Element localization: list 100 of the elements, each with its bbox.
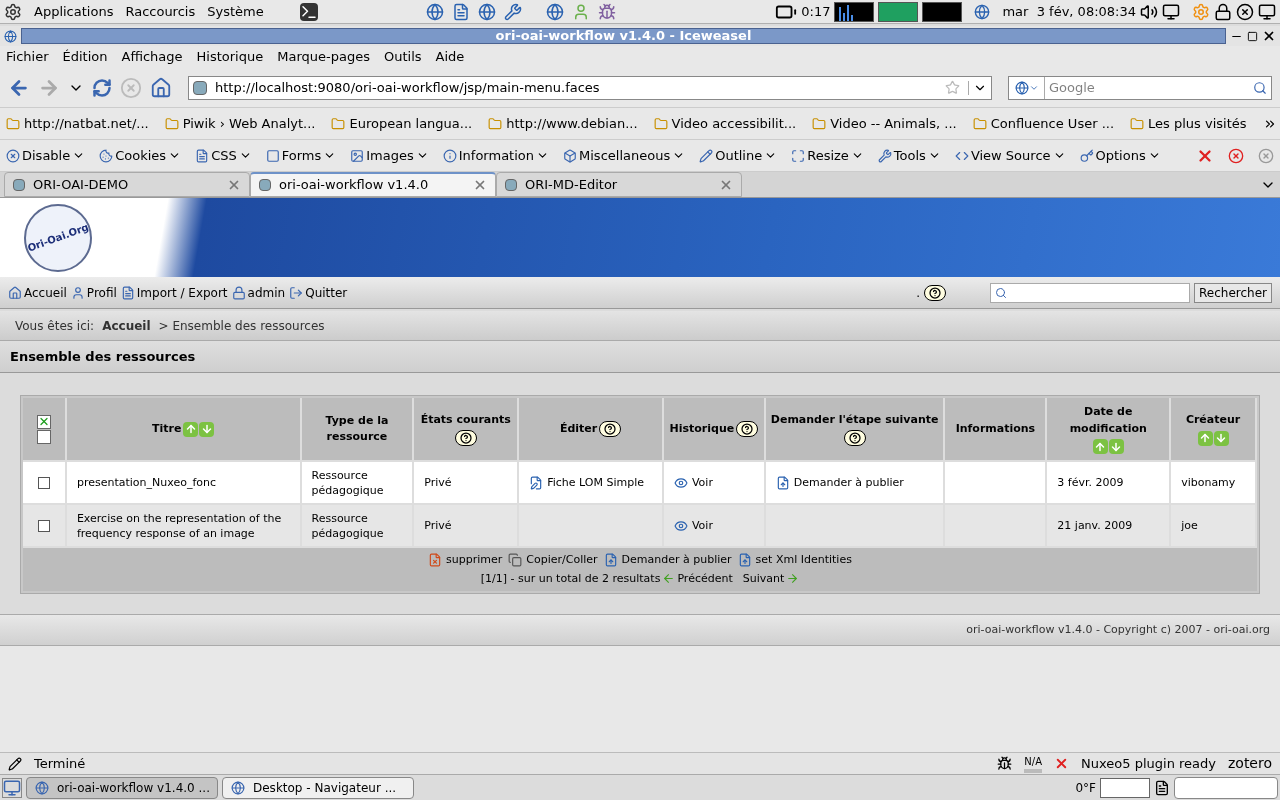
terminal-icon[interactable] [299,2,318,21]
toolbar-menu[interactable]: CSS [211,145,237,166]
action-link[interactable]: set Xml Identities [755,552,852,569]
monitor-icon[interactable] [1162,2,1180,21]
volume-icon[interactable] [1140,2,1158,21]
menu-item[interactable]: Marque-pages [277,47,370,67]
tab-label[interactable]: ORI-OAI-DEMO [33,174,219,195]
search-button[interactable]: Rechercher [1194,282,1272,303]
taskbar-label[interactable]: Desktop - Navigateur ... [253,778,397,797]
clock[interactable]: mar 3 fév, 08:08:34 [1002,1,1136,22]
bookmark-link[interactable]: Video accessibilit... [671,113,797,134]
breadcrumb-link[interactable]: Accueil [102,316,151,335]
document-icon[interactable] [451,2,470,21]
taskbar-button[interactable]: Desktop - Navigateur ... [222,776,414,799]
person-icon[interactable] [70,285,85,300]
tools-icon[interactable] [503,2,522,21]
picture-icon[interactable] [350,148,365,163]
toolbar-menu[interactable]: Disable [22,145,71,166]
chevron-down-icon[interactable] [968,80,987,95]
cube-icon[interactable] [563,148,578,163]
toolbar-link[interactable]: Quitter [305,283,348,302]
toolbar-link[interactable]: Accueil [24,283,67,302]
menu-item[interactable]: Fichier [6,47,49,67]
form-icon[interactable] [265,148,280,163]
workspace-switcher-icon[interactable] [1100,777,1150,798]
globe-icon[interactable] [477,2,496,21]
row-checkbox[interactable] [37,519,50,532]
taskbar-label[interactable]: ori-oai-workflow v1.4.0 ... [57,778,210,797]
document-icon[interactable] [120,285,135,300]
toolbar-link[interactable]: Import / Export [136,283,228,302]
menu-item[interactable]: Édition [62,47,108,67]
star-icon[interactable] [945,80,960,95]
help-icon[interactable] [924,284,947,301]
action-link[interactable]: Voir [691,475,713,490]
cancel-icon[interactable] [6,148,20,163]
resize-icon[interactable] [791,148,806,163]
toolbar-menu[interactable]: Outline [715,145,763,166]
toolbar-menu[interactable]: Images [366,145,414,166]
address-field[interactable]: http://localhost:9080/ori-oai-workflow/jsp/main-menu.faces [215,77,937,98]
browser-tab[interactable]: ori-oai-workflow v1.4.0 [250,172,496,197]
search-box[interactable]: Google [1008,75,1272,100]
help-icon[interactable] [736,421,759,437]
monitor-icon[interactable] [1258,2,1276,21]
home-icon[interactable] [150,76,172,99]
previous-link[interactable]: Précédent [677,570,733,587]
bookmark-link[interactable]: http://www.debian... [506,113,638,134]
toolbar-menu[interactable]: View Source [970,145,1051,166]
bookmark-link[interactable]: European langua... [349,113,473,134]
bookmark-link[interactable]: Piwik › Web Analyt... [182,113,316,134]
action-link[interactable]: Fiche LOM Simple [547,475,644,490]
search-icon[interactable] [1253,80,1267,95]
taskbar-button[interactable]: ori-oai-workflow v1.4.0 ... [26,776,218,799]
exit-icon[interactable] [289,285,304,300]
bookmark-link[interactable]: Video -- Animals, ... [830,113,957,134]
lock-icon[interactable] [1214,2,1232,21]
menu-item[interactable]: Historique [196,47,264,67]
toolbar-link[interactable]: Profil [86,283,117,302]
action-link[interactable]: supprimer [446,552,503,569]
toolbar-menu[interactable]: Tools [893,145,926,166]
key-icon[interactable] [1079,148,1094,163]
checkbox[interactable] [36,414,51,429]
maximize-icon[interactable] [1247,30,1258,42]
tab-label[interactable]: ORI-MD-Editor [525,174,711,195]
action-link[interactable]: Demander à publier [621,552,732,569]
desktop-icon[interactable] [2,777,22,798]
checkbox[interactable] [36,429,51,444]
next-link[interactable]: Suivant [742,570,785,587]
action-link[interactable]: Voir [691,518,713,533]
reload-icon[interactable] [92,77,112,98]
pencil-icon[interactable] [699,148,714,163]
input-field[interactable] [1174,776,1278,799]
close-icon[interactable] [1262,29,1276,43]
menu-item[interactable]: Outils [383,47,422,67]
bookmark-link[interactable]: http://natbat.net/... [24,113,149,134]
zotero-label[interactable]: zotero [1227,753,1272,774]
cookie-icon[interactable] [99,148,114,163]
bookmark-link[interactable]: Confluence User ... [990,113,1115,134]
help-icon[interactable] [454,430,477,447]
action-link[interactable]: Demander à publier [793,475,904,490]
toolbar-menu[interactable]: Resize [807,145,849,166]
toolbar-menu[interactable]: Miscellaneous [579,145,671,166]
panel-menu[interactable]: Raccourcis [125,1,196,22]
globe-icon[interactable] [545,2,564,21]
toolbar-menu[interactable]: Forms [281,145,322,166]
panel-menu[interactable]: Applications [34,1,114,22]
browser-tab[interactable]: ORI-MD-Editor [496,172,742,197]
error-icon[interactable] [1228,147,1244,164]
browser-tab[interactable]: ORI-OAI-DEMO [4,172,250,197]
toolbar-menu[interactable]: Information [458,145,535,166]
home-icon[interactable] [8,285,22,300]
bookmark-link[interactable]: Les plus visités [1148,113,1247,134]
tab-label[interactable]: ori-oai-workflow v1.4.0 [279,175,465,195]
wrench-icon[interactable] [877,148,892,163]
document-icon[interactable] [195,148,210,163]
bug-icon[interactable] [597,2,616,21]
action-link[interactable]: Copier/Coller [526,552,598,569]
toolbar-menu[interactable]: Options [1095,145,1146,166]
close-icon[interactable] [1236,2,1254,21]
menu-item[interactable]: Aide [435,47,465,67]
menu-item[interactable]: Affichage [121,47,183,67]
